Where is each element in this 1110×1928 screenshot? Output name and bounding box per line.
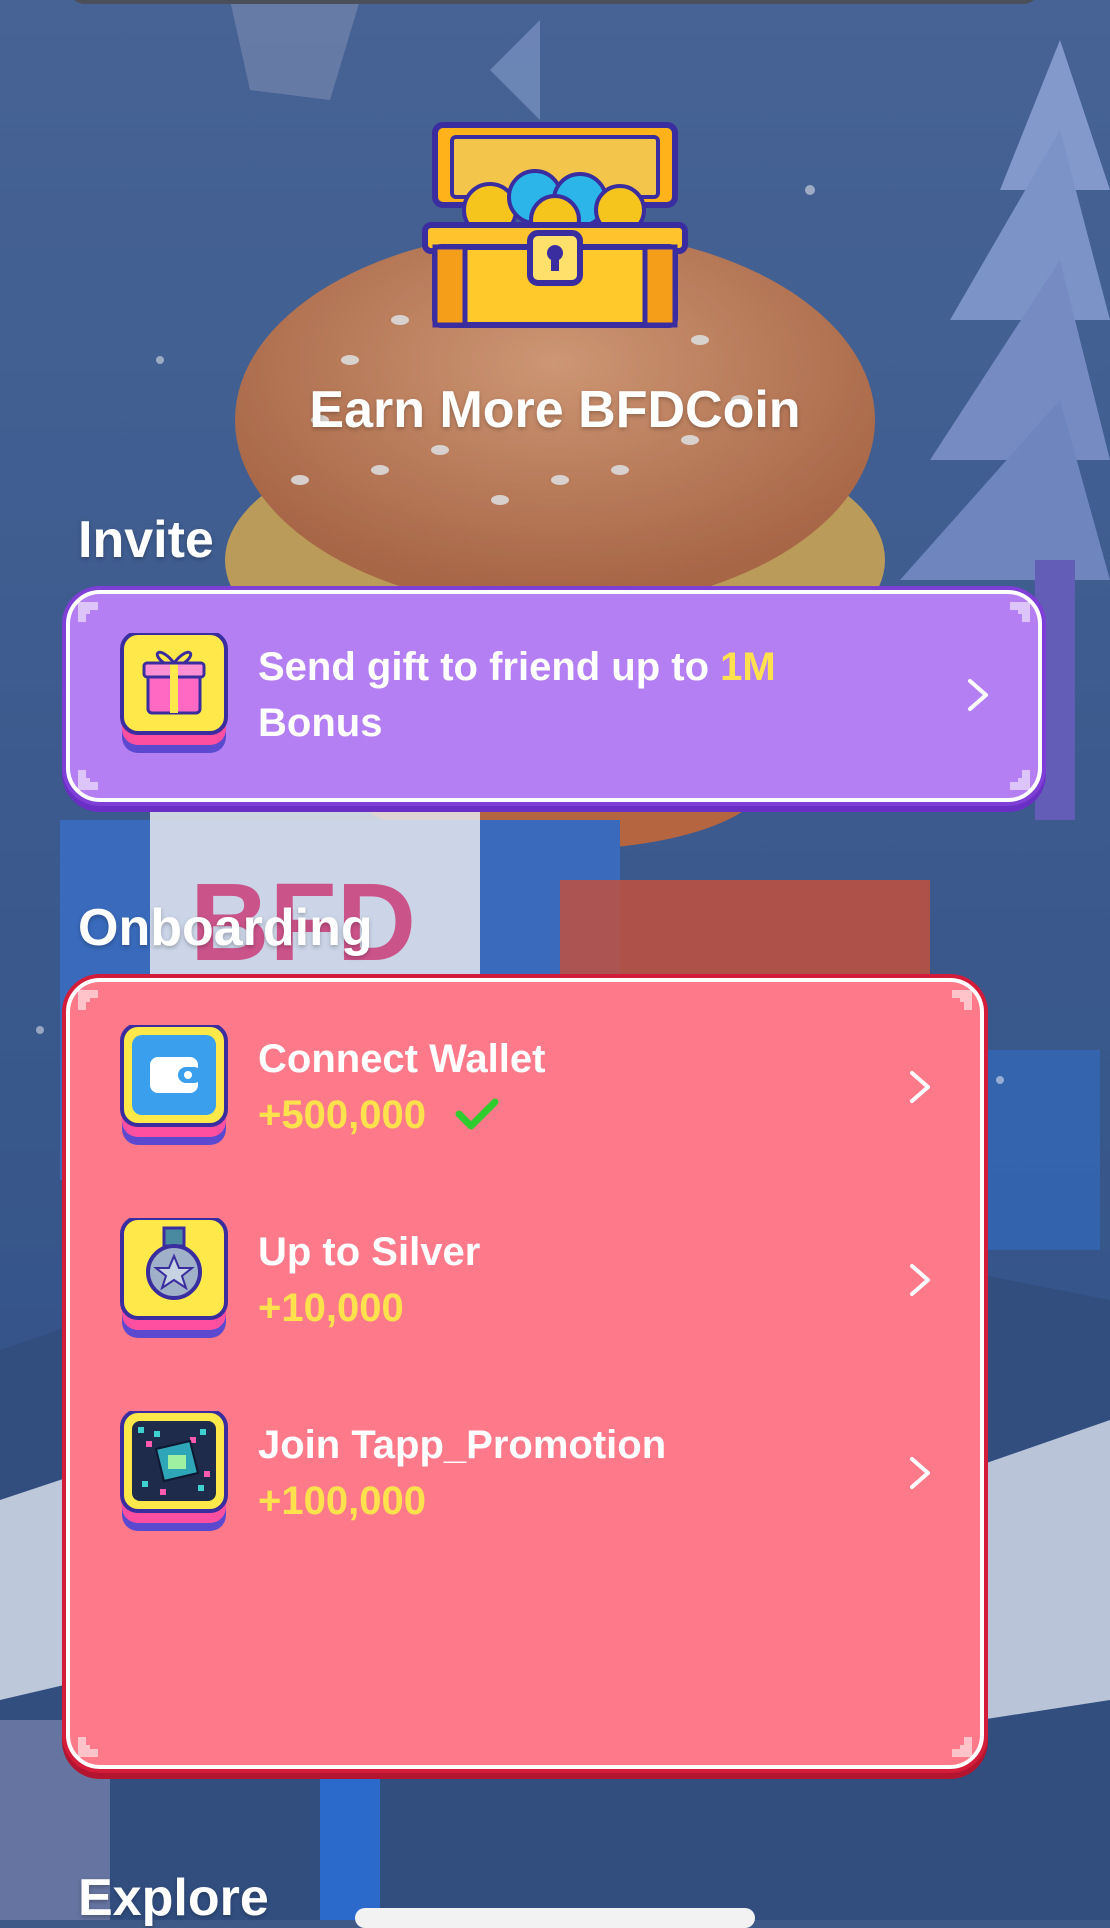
invite-section-label: Invite — [78, 511, 214, 569]
chevron-right-icon[interactable] — [900, 1057, 940, 1117]
page-title: Earn More BFDCoin — [309, 381, 801, 439]
onboarding-item-reward: +500,000 — [258, 1093, 426, 1137]
promotion-phone-icon — [120, 1411, 228, 1531]
corner-decoration — [78, 602, 98, 622]
chevron-right-icon[interactable] — [958, 665, 998, 725]
chevron-right-icon[interactable] — [900, 1443, 940, 1503]
gift-icon — [120, 633, 228, 753]
corner-decoration — [1010, 602, 1030, 622]
chevron-right-icon[interactable] — [900, 1250, 940, 1310]
top-bar-edge — [70, 0, 1038, 4]
invite-text-suffix: Bonus — [258, 701, 383, 745]
onboarding-item-text: Connect Wallet +500,000 — [258, 1031, 900, 1143]
invite-text-prefix: Send gift to friend up to — [258, 645, 721, 689]
onboarding-item-text: Up to Silver +10,000 — [258, 1224, 900, 1336]
onboarding-item-text: Join Tapp_Promotion +100,000 — [258, 1417, 900, 1529]
wallet-icon — [120, 1025, 228, 1145]
corner-decoration — [78, 1737, 98, 1757]
onboarding-section-label: Onboarding — [78, 899, 373, 957]
onboarding-item-up-to-silver[interactable]: Up to Silver +10,000 — [120, 1215, 940, 1345]
checkmark-icon — [455, 1098, 499, 1130]
onboarding-item-reward: +100,000 — [258, 1479, 426, 1523]
onboarding-item-title: Connect Wallet — [258, 1037, 546, 1081]
onboarding-item-join-tapp-promotion[interactable]: Join Tapp_Promotion +100,000 — [120, 1408, 940, 1538]
explore-section-label: Explore — [78, 1869, 269, 1927]
corner-decoration — [1010, 770, 1030, 790]
corner-decoration — [952, 1737, 972, 1757]
onboarding-card: Connect Wallet +500,000 Up to Silver +10… — [66, 978, 984, 1769]
home-indicator[interactable] — [355, 1908, 755, 1928]
corner-decoration — [952, 990, 972, 1010]
onboarding-item-reward: +10,000 — [258, 1286, 404, 1330]
invite-highlight: 1M — [720, 645, 776, 689]
corner-decoration — [78, 990, 98, 1010]
treasure-chest-icon — [422, 122, 688, 328]
onboarding-item-connect-wallet[interactable]: Connect Wallet +500,000 — [120, 1022, 940, 1152]
onboarding-item-title: Join Tapp_Promotion — [258, 1423, 667, 1467]
invite-text: Send gift to friend up to 1M Bonus — [258, 639, 958, 751]
invite-gift-card[interactable]: Send gift to friend up to 1M Bonus — [66, 590, 1042, 802]
silver-medal-icon — [120, 1218, 228, 1338]
corner-decoration — [78, 770, 98, 790]
invite-row[interactable]: Send gift to friend up to 1M Bonus — [120, 630, 998, 760]
onboarding-item-title: Up to Silver — [258, 1230, 481, 1274]
